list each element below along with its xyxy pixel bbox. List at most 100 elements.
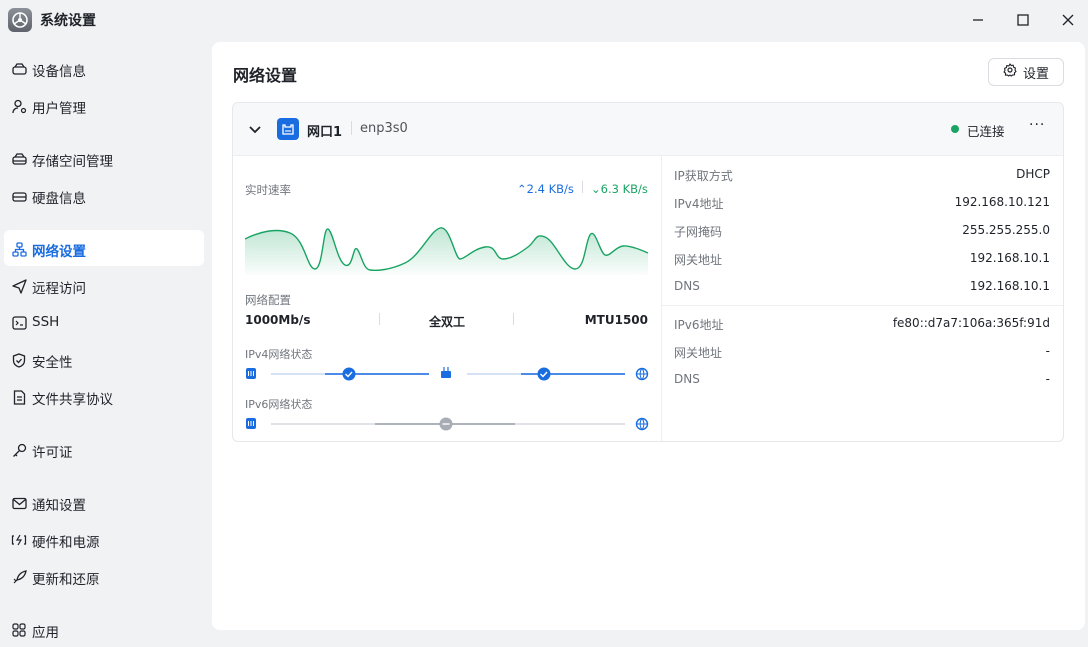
chevron-down-icon[interactable] xyxy=(248,122,262,141)
sidebar-item-license[interactable]: 许可证 xyxy=(4,431,204,467)
gear-icon xyxy=(1003,63,1017,81)
sidebar-item-label: 存储空间管理 xyxy=(32,154,113,170)
duplex-mode: 全双工 xyxy=(429,315,466,329)
sidebar-item-label: 许可证 xyxy=(32,445,73,461)
check-icon xyxy=(342,367,356,381)
sidebar-item-label: 远程访问 xyxy=(32,281,86,297)
kv-value: DHCP xyxy=(1016,167,1050,181)
sidebar-item-update-restore[interactable]: 更新和还原 xyxy=(4,558,204,594)
shield-icon xyxy=(11,352,27,368)
ip-method-row: IP获取方式 DHCP xyxy=(674,165,1050,185)
interface-name: enp3s0 xyxy=(360,121,408,136)
divider xyxy=(351,121,352,135)
battery-icon xyxy=(11,532,27,548)
ipv6-dns-row: DNS - xyxy=(674,370,1050,390)
kv-value: - xyxy=(1045,372,1050,386)
dns-row: DNS 192.168.10.1 xyxy=(674,277,1050,297)
settings-button-label: 设置 xyxy=(1022,66,1049,82)
sidebar-item-storage[interactable]: 存储空间管理 xyxy=(4,140,204,176)
divider xyxy=(582,181,583,193)
divider xyxy=(662,305,1063,306)
sidebar-item-network[interactable]: 网络设置 xyxy=(4,230,204,266)
close-button[interactable] xyxy=(1056,8,1080,32)
kv-value: 255.255.255.0 xyxy=(962,223,1050,237)
sidebar-item-label: 文件共享协议 xyxy=(32,392,113,408)
router-icon xyxy=(441,371,451,378)
mtu: MTU1500 xyxy=(584,313,648,327)
sidebar-item-notifications[interactable]: 通知设置 xyxy=(4,484,204,520)
kv-label: DNS xyxy=(674,372,700,386)
mail-icon xyxy=(11,495,27,511)
download-speed-value: 6.3 KB/s xyxy=(600,182,648,196)
sidebar-item-label: 用户管理 xyxy=(32,101,86,117)
ipv4-status-chain xyxy=(246,367,649,381)
sidebar-item-label: 硬盘信息 xyxy=(32,191,86,207)
settings-app-icon xyxy=(8,8,32,32)
sidebar-item-label: 硬件和电源 xyxy=(32,535,100,551)
sidebar-item-remote-access[interactable]: 远程访问 xyxy=(4,267,204,303)
send-icon xyxy=(11,278,27,294)
apps-icon xyxy=(11,622,27,638)
sidebar-item-label: 设备信息 xyxy=(32,64,86,80)
port-header[interactable]: 网口1 enp3s0 已连接 ··· xyxy=(233,103,1063,156)
ipv6-status-chain xyxy=(246,417,649,431)
settings-button[interactable]: 设置 xyxy=(988,58,1064,86)
connection-status: 已连接 xyxy=(967,124,1005,139)
divider xyxy=(513,313,514,325)
sidebar-item-label: 网络设置 xyxy=(32,244,86,260)
sidebar-item-disk-info[interactable]: 硬盘信息 xyxy=(4,177,204,213)
sidebar-item-label: 安全性 xyxy=(32,355,73,371)
ipv6-gateway-row: 网关地址 - xyxy=(674,342,1050,362)
ethernet-port-icon xyxy=(277,118,299,140)
realtime-speed-graph xyxy=(245,227,648,275)
kv-label: DNS xyxy=(674,279,700,293)
kv-value: 192.168.10.1 xyxy=(969,279,1050,293)
main-panel: 网络设置 设置 网口1 enp3s0 已连接 ··· 实时速率 ⌃2.4 KB/… xyxy=(212,42,1085,630)
kv-value: fe80::d7a7:106a:365f:91d xyxy=(892,316,1050,330)
subnet-mask-row: 子网掩码 255.255.255.0 xyxy=(674,221,1050,241)
terminal-icon xyxy=(11,315,27,331)
port-stats-pane: 实时速率 ⌃2.4 KB/s ⌄6.3 KB/s 网络配置 1000Mb/s 全… xyxy=(233,155,660,441)
kv-label: IP获取方式 xyxy=(674,169,733,183)
drive-icon xyxy=(11,61,27,77)
sidebar-item-ssh[interactable]: SSH xyxy=(4,304,204,340)
minimize-button[interactable] xyxy=(966,8,990,32)
arrow-down-icon: ⌄ xyxy=(591,182,601,196)
kv-label: IPv4地址 xyxy=(674,197,724,211)
sidebar-item-hardware-power[interactable]: 硬件和电源 xyxy=(4,521,204,557)
sidebar-item-apps[interactable]: 应用 xyxy=(4,611,204,647)
sidebar-item-security[interactable]: 安全性 xyxy=(4,341,204,377)
network-config-label: 网络配置 xyxy=(245,293,291,307)
key-icon xyxy=(11,442,27,458)
page-title: 网络设置 xyxy=(233,66,298,85)
link-speed: 1000Mb/s xyxy=(245,313,311,327)
storage-icon xyxy=(11,151,27,167)
kv-value: 192.168.10.1 xyxy=(969,251,1050,265)
upload-speed: ⌃2.4 KB/s xyxy=(517,182,574,196)
sidebar-item-label: SSH xyxy=(32,314,60,330)
sidebar-item-device-info[interactable]: 设备信息 xyxy=(4,50,204,86)
kv-label: 子网掩码 xyxy=(674,225,723,239)
divider xyxy=(379,313,380,325)
sidebar-item-file-sharing[interactable]: 文件共享协议 xyxy=(4,378,204,414)
upload-speed-value: 2.4 KB/s xyxy=(526,182,574,196)
sidebar-item-label: 通知设置 xyxy=(32,498,86,514)
sidebar-item-user-management[interactable]: 用户管理 xyxy=(4,87,204,123)
arrow-up-icon: ⌃ xyxy=(517,182,527,196)
disk-icon xyxy=(11,188,27,204)
sidebar-item-label: 应用 xyxy=(32,625,59,641)
window-title: 系统设置 xyxy=(40,13,96,29)
more-options-icon[interactable]: ··· xyxy=(1029,117,1045,133)
kv-label: 网关地址 xyxy=(674,253,723,267)
gateway-row: 网关地址 192.168.10.1 xyxy=(674,249,1050,269)
ipv6-status-label: IPv6网络状态 xyxy=(245,398,313,411)
download-speed: ⌄6.3 KB/s xyxy=(591,182,648,196)
address-info-pane: IP获取方式 DHCP IPv4地址 192.168.10.121 子网掩码 255.… xyxy=(661,155,1063,441)
maximize-button[interactable] xyxy=(1011,8,1035,32)
check-icon xyxy=(537,367,551,381)
ipv4-status-label: IPv4网络状态 xyxy=(245,348,313,361)
ipv4-address-row: IPv4地址 192.168.10.121 xyxy=(674,193,1050,213)
status-dot xyxy=(951,125,959,133)
title-bar: 系统设置 xyxy=(0,0,1088,40)
ipv6-address-row: IPv6地址 fe80::d7a7:106a:365f:91d xyxy=(674,314,1050,334)
